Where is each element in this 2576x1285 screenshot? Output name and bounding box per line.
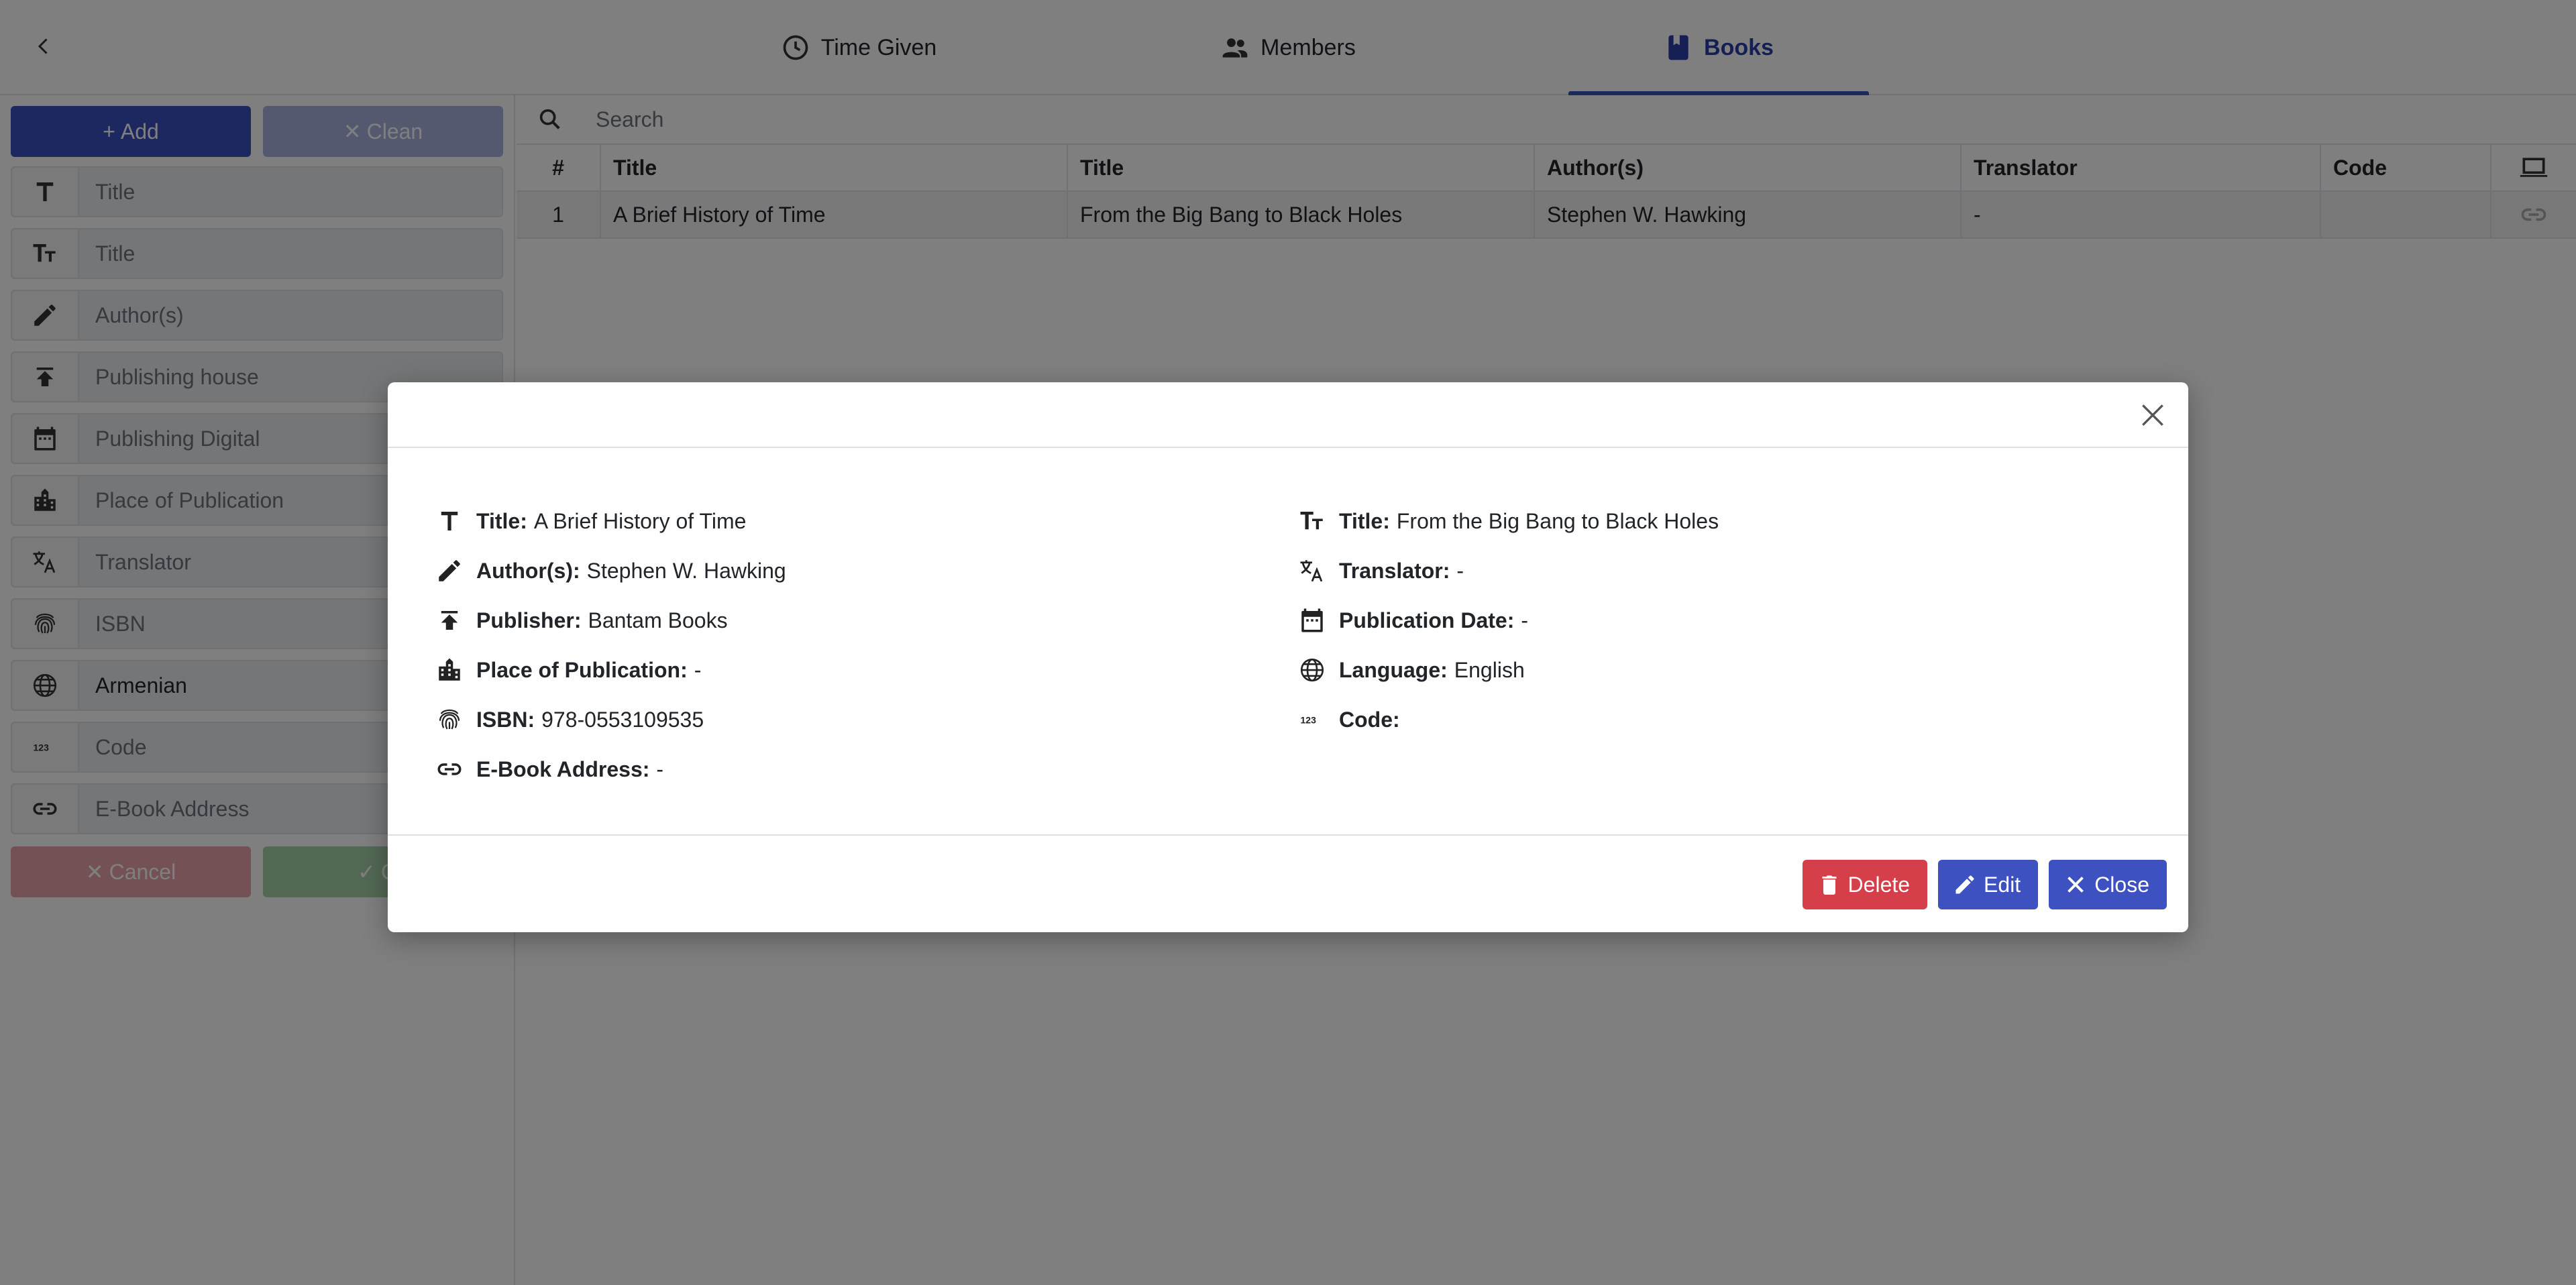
modal-body: Title: A Brief History of Time Author(s)… <box>388 448 2188 836</box>
detail-authors: Author(s): Stephen W. Hawking <box>435 546 786 596</box>
detail-label: Language: <box>1339 657 1448 682</box>
detail-label: Place of Publication: <box>476 657 688 682</box>
detail-code: 123 Code: <box>1297 695 1719 744</box>
publish-icon <box>435 606 464 635</box>
detail-label: Title: <box>1339 508 1390 533</box>
svg-text:123: 123 <box>1301 714 1317 725</box>
detail-label: E-Book Address: <box>476 757 650 781</box>
globe-icon <box>1297 655 1327 685</box>
close-icon <box>2142 404 2163 426</box>
detail-subtitle: Title: From the Big Bang to Black Holes <box>1297 496 1719 546</box>
detail-label: Translator: <box>1339 558 1450 583</box>
detail-publisher: Publisher: Bantam Books <box>435 596 786 645</box>
trash-icon <box>1822 875 1837 895</box>
detail-value: Bantam Books <box>588 608 728 632</box>
modal-footer: Delete Edit Close <box>1802 860 2167 909</box>
edit-button-label: Edit <box>1984 872 2021 897</box>
detail-value: - <box>656 757 664 781</box>
detail-value: Stephen W. Hawking <box>586 558 786 583</box>
modal-close-button[interactable] <box>2135 397 2171 433</box>
details-right-column: Title: From the Big Bang to Black Holes … <box>1297 496 1719 744</box>
delete-button-label: Delete <box>1847 872 1911 897</box>
pencil-icon <box>1955 875 1974 894</box>
detail-value: - <box>1456 558 1464 583</box>
details-left-column: Title: A Brief History of Time Author(s)… <box>435 496 786 794</box>
modal-header <box>388 382 2188 448</box>
subtitle-icon <box>1297 506 1327 536</box>
detail-value: A Brief History of Time <box>533 508 747 533</box>
link-icon <box>435 755 464 784</box>
title-icon <box>435 506 464 536</box>
detail-translator: Translator: - <box>1297 546 1719 596</box>
calendar-icon <box>1297 606 1327 635</box>
detail-label: Publication Date: <box>1339 608 1515 632</box>
detail-value: 978-0553109535 <box>541 707 704 732</box>
numbers-icon: 123 <box>1297 705 1327 734</box>
detail-isbn: ISBN: 978-0553109535 <box>435 695 786 744</box>
detail-label: ISBN: <box>476 707 535 732</box>
detail-label: Code: <box>1339 707 1400 732</box>
detail-value: - <box>694 657 702 682</box>
city-icon <box>435 655 464 685</box>
detail-label: Title: <box>476 508 527 533</box>
detail-publication-date: Publication Date: - <box>1297 596 1719 645</box>
edit-button[interactable]: Edit <box>1938 860 2039 909</box>
detail-title: Title: A Brief History of Time <box>435 496 786 546</box>
detail-value: - <box>1521 608 1529 632</box>
translate-icon <box>1297 556 1327 585</box>
detail-label: Author(s): <box>476 558 580 583</box>
detail-place-of-publication: Place of Publication: - <box>435 645 786 695</box>
close-button[interactable]: Close <box>2049 860 2167 909</box>
pencil-icon <box>435 556 464 585</box>
close-icon <box>2068 877 2084 893</box>
detail-label: Publisher: <box>476 608 582 632</box>
close-button-label: Close <box>2094 872 2149 897</box>
detail-value: From the Big Bang to Black Holes <box>1396 508 1719 533</box>
fingerprint-icon <box>435 705 464 734</box>
book-details-modal: Title: A Brief History of Time Author(s)… <box>388 382 2188 932</box>
delete-button[interactable]: Delete <box>1802 860 1928 909</box>
detail-value: English <box>1454 657 1525 682</box>
detail-ebook-address: E-Book Address: - <box>435 744 786 794</box>
detail-language: Language: English <box>1297 645 1719 695</box>
